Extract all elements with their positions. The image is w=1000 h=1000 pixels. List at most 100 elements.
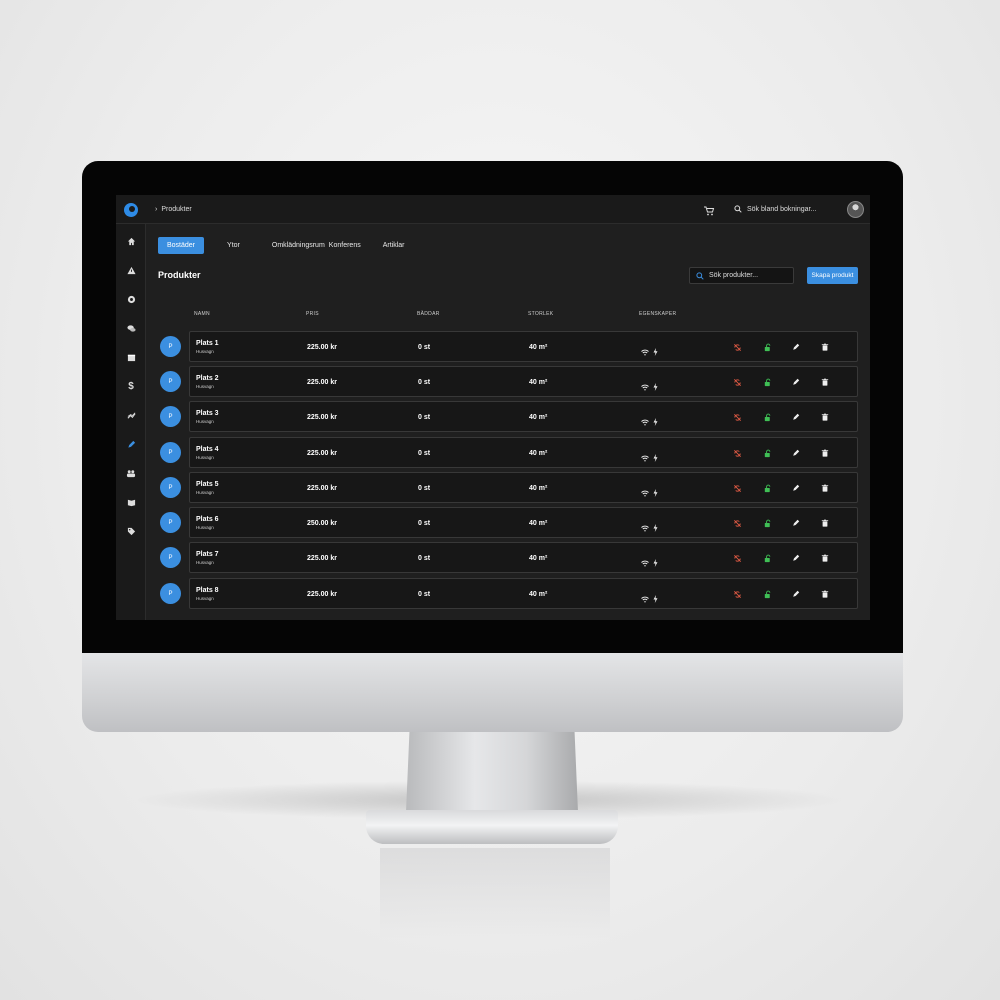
delete-icon[interactable] xyxy=(820,518,830,528)
edit-icon[interactable] xyxy=(791,448,801,458)
product-price: 225.00 kr xyxy=(307,450,337,457)
table-row[interactable]: P Plats 4 Husvagn 225.00 kr 0 st 40 m² xyxy=(158,437,858,468)
product-name: Plats 3 xyxy=(196,410,219,417)
column-header-name[interactable]: NAMN xyxy=(194,311,210,317)
product-name: Plats 2 xyxy=(196,375,219,382)
product-features xyxy=(641,378,658,396)
edit-icon[interactable] xyxy=(791,518,801,528)
product-name: Plats 6 xyxy=(196,516,219,523)
calendar-icon[interactable] xyxy=(125,351,137,363)
bolt-icon xyxy=(653,343,658,361)
product-card[interactable]: Plats 8 Husvagn 225.00 kr 0 st 40 m² xyxy=(189,578,858,609)
column-header-size[interactable]: STORLEK xyxy=(528,311,553,317)
sync-off-icon[interactable] xyxy=(732,553,742,563)
product-avatar: P xyxy=(160,512,181,533)
group-icon[interactable] xyxy=(125,467,137,479)
product-features xyxy=(641,554,658,572)
table-row[interactable]: P Plats 8 Husvagn 225.00 kr 0 st 40 m² xyxy=(158,578,858,609)
cart-icon[interactable] xyxy=(703,204,715,216)
product-search-input[interactable]: Sök produkter... xyxy=(689,267,794,284)
sync-off-icon[interactable] xyxy=(732,377,742,387)
product-type: Husvagn xyxy=(196,596,214,601)
search-icon xyxy=(696,271,704,280)
table-row[interactable]: P Plats 2 Husvagn 225.00 kr 0 st 40 m² xyxy=(158,366,858,397)
trend-icon[interactable] xyxy=(125,409,137,421)
soccer-icon[interactable] xyxy=(125,293,137,305)
product-card[interactable]: Plats 3 Husvagn 225.00 kr 0 st 40 m² xyxy=(189,401,858,432)
unlock-icon[interactable] xyxy=(762,342,772,352)
product-price: 225.00 kr xyxy=(307,485,337,492)
product-card[interactable]: Plats 4 Husvagn 225.00 kr 0 st 40 m² xyxy=(189,437,858,468)
delete-icon[interactable] xyxy=(820,483,830,493)
sync-off-icon[interactable] xyxy=(732,342,742,352)
unlock-icon[interactable] xyxy=(762,518,772,528)
delete-icon[interactable] xyxy=(820,412,830,422)
table-row[interactable]: P Plats 1 Husvagn 225.00 kr 0 st 40 m² xyxy=(158,331,858,362)
edit-icon[interactable] xyxy=(791,553,801,563)
column-header-features[interactable]: EGENSKAPER xyxy=(639,311,676,317)
product-card[interactable]: Plats 6 Husvagn 250.00 kr 0 st 40 m² xyxy=(189,507,858,538)
product-price: 225.00 kr xyxy=(307,344,337,351)
product-price: 225.00 kr xyxy=(307,379,337,386)
delete-icon[interactable] xyxy=(820,377,830,387)
tab-konferens[interactable]: Konferens xyxy=(320,237,370,254)
unlock-icon[interactable] xyxy=(762,553,772,563)
tab-ytor[interactable]: Ytor xyxy=(218,237,249,254)
edit-icon[interactable] xyxy=(791,589,801,599)
tag-icon[interactable] xyxy=(125,525,137,537)
create-product-button[interactable]: Skapa produkt xyxy=(807,267,858,284)
product-card[interactable]: Plats 5 Husvagn 225.00 kr 0 st 40 m² xyxy=(189,472,858,503)
edit-icon[interactable] xyxy=(791,342,801,352)
delete-icon[interactable] xyxy=(820,448,830,458)
product-card[interactable]: Plats 7 Husvagn 225.00 kr 0 st 40 m² xyxy=(189,542,858,573)
wifi-icon xyxy=(641,554,649,572)
breadcrumb-current[interactable]: Produkter xyxy=(161,206,191,213)
pencil-icon[interactable] xyxy=(125,438,137,450)
sync-off-icon[interactable] xyxy=(732,518,742,528)
edit-icon[interactable] xyxy=(791,483,801,493)
user-avatar[interactable] xyxy=(847,201,864,218)
edit-icon[interactable] xyxy=(791,377,801,387)
product-beds: 0 st xyxy=(418,414,431,421)
book-icon[interactable] xyxy=(125,496,137,508)
warning-icon[interactable] xyxy=(125,264,137,276)
unlock-icon[interactable] xyxy=(762,589,772,599)
app-logo[interactable] xyxy=(124,203,138,217)
product-card[interactable]: Plats 1 Husvagn 225.00 kr 0 st 40 m² xyxy=(189,331,858,362)
tab-artiklar[interactable]: Artiklar xyxy=(374,237,414,254)
booking-search[interactable]: Sök bland bokningar... xyxy=(734,205,816,213)
delete-icon[interactable] xyxy=(820,342,830,352)
product-features xyxy=(641,484,658,502)
top-bar: › Produkter Sök bland bokningar... xyxy=(116,195,870,224)
product-card[interactable]: Plats 2 Husvagn 225.00 kr 0 st 40 m² xyxy=(189,366,858,397)
sync-off-icon[interactable] xyxy=(732,483,742,493)
sync-off-icon[interactable] xyxy=(732,412,742,422)
home-icon[interactable] xyxy=(125,235,137,247)
product-features xyxy=(641,413,658,431)
product-features xyxy=(641,519,658,537)
unlock-icon[interactable] xyxy=(762,377,772,387)
column-header-price[interactable]: PRIS xyxy=(306,311,319,317)
sync-off-icon[interactable] xyxy=(732,589,742,599)
product-price: 250.00 kr xyxy=(307,520,337,527)
wifi-icon xyxy=(641,484,649,502)
chat-icon[interactable] xyxy=(125,322,137,334)
dollar-icon[interactable]: $ xyxy=(125,380,137,392)
wifi-icon xyxy=(641,378,649,396)
breadcrumb: › Produkter xyxy=(155,206,192,213)
table-row[interactable]: P Plats 6 Husvagn 250.00 kr 0 st 40 m² xyxy=(158,507,858,538)
unlock-icon[interactable] xyxy=(762,448,772,458)
wifi-icon xyxy=(641,343,649,361)
edit-icon[interactable] xyxy=(791,412,801,422)
table-row[interactable]: P Plats 3 Husvagn 225.00 kr 0 st 40 m² xyxy=(158,401,858,432)
column-header-beds[interactable]: BÄDDAR xyxy=(417,311,440,317)
table-row[interactable]: P Plats 5 Husvagn 225.00 kr 0 st 40 m² xyxy=(158,472,858,503)
unlock-icon[interactable] xyxy=(762,412,772,422)
unlock-icon[interactable] xyxy=(762,483,772,493)
product-type: Husvagn xyxy=(196,525,214,530)
sync-off-icon[interactable] xyxy=(732,448,742,458)
tab-bostader[interactable]: Bostäder xyxy=(158,237,205,254)
delete-icon[interactable] xyxy=(820,589,830,599)
delete-icon[interactable] xyxy=(820,553,830,563)
table-row[interactable]: P Plats 7 Husvagn 225.00 kr 0 st 40 m² xyxy=(158,542,858,573)
